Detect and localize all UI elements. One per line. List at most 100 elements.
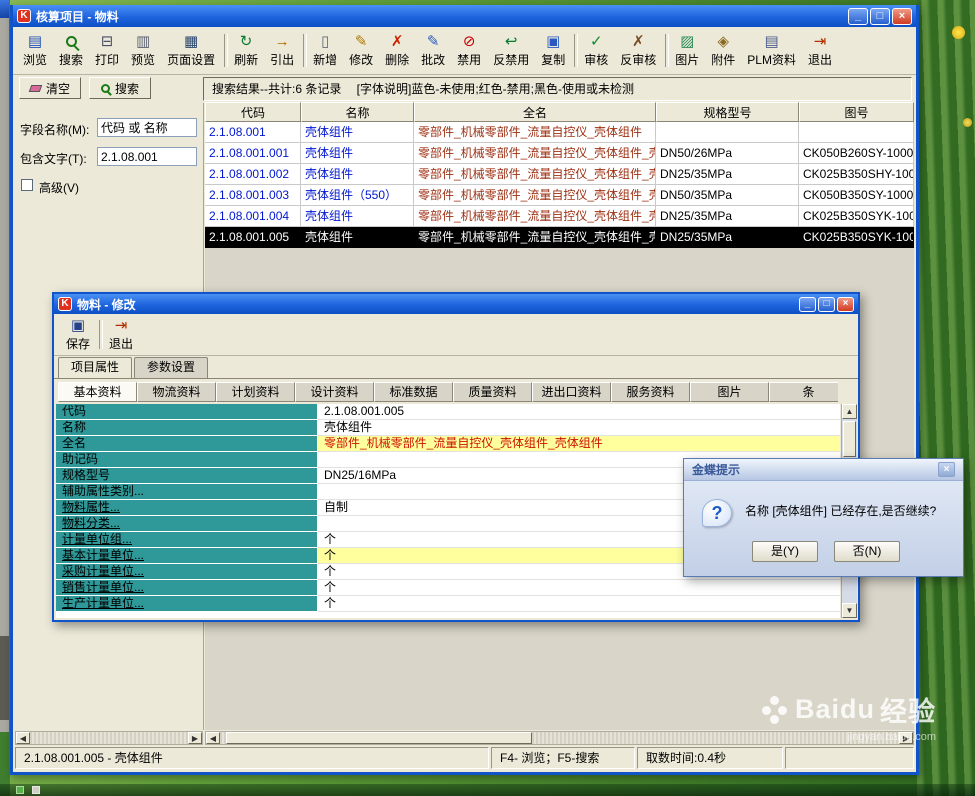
form-field-value[interactable]: 零部件_机械零部件_流量自控仪_壳体组件_壳体组件 [318,436,840,452]
toolbar-button-new[interactable]: ▯ 新增 [307,29,343,72]
field-name-select[interactable] [97,118,197,137]
scroll-right-icon[interactable]: ▶ [188,732,202,744]
form-field-label[interactable]: 销售计量单位... [56,580,318,596]
clear-button[interactable]: 清空 [19,77,81,99]
toolbar-button-picture[interactable]: ▨ 图片 [669,29,705,72]
close-button[interactable]: × [892,7,912,25]
prompt-titlebar[interactable]: 金蝶提示 × [684,459,963,481]
form-field-label[interactable]: 计量单位组... [56,532,318,548]
form-field-label[interactable]: 全名 [56,436,318,452]
toolbar-button-export[interactable]: → 引出 [264,29,300,72]
subtab-design[interactable]: 设计资料 [295,382,374,402]
toolbar-button-enable[interactable]: ↩ 反禁用 [487,29,535,72]
cell-drawing: CK050B260SY-1000 [799,143,914,164]
form-field-label[interactable]: 物料属性... [56,500,318,516]
column-header-spec[interactable]: 规格型号 [656,102,799,122]
subtab-basic-info[interactable]: 基本资料 [58,382,137,402]
taskbar-icon[interactable] [32,786,40,794]
subtab-standard-data[interactable]: 标准数据 [374,382,453,402]
toolbar-button-plm[interactable]: ▤ PLM资料 [741,29,802,72]
scroll-left-icon[interactable]: ◀ [206,732,220,744]
scrollbar-thumb[interactable] [843,421,856,457]
form-field-label[interactable]: 名称 [56,420,318,436]
scroll-down-icon[interactable]: ▼ [842,603,857,618]
subtab-planning[interactable]: 计划资料 [216,382,295,402]
scroll-left-icon[interactable]: ◀ [16,732,30,744]
toolbar-button-approve[interactable]: ✓ 审核 [578,29,614,72]
table-row[interactable]: 2.1.08.001.004 壳体组件 零部件_机械零部件_流量自控仪_壳体组件… [205,206,914,227]
tab-parameter-settings[interactable]: 参数设置 [134,357,209,378]
subtab-import-export[interactable]: 进出口资料 [532,382,611,402]
edit-titlebar[interactable]: K 物料 - 修改 _ □ × [54,294,858,314]
scroll-right-icon[interactable]: ▶ [899,732,913,744]
close-icon[interactable]: × [938,462,955,477]
table-row[interactable]: 2.1.08.001.003 壳体组件（550） 零部件_机械零部件_流量自控仪… [205,185,914,206]
wallpaper-flower-icon [952,26,965,39]
form-field-label[interactable]: 物料分类... [56,516,318,532]
subtab-service[interactable]: 服务资料 [611,382,690,402]
minimize-button[interactable]: _ [848,7,868,25]
scrollbar-track[interactable] [30,732,188,744]
subtab-picture[interactable]: 图片 [690,382,769,402]
toolbar-button-browse[interactable]: ▤ 浏览 [17,29,53,72]
minimize-button[interactable]: _ [799,296,816,312]
taskbar-icon[interactable] [16,786,24,794]
toolbar-button-unapprove[interactable]: ✗ 反审核 [614,29,662,72]
toolbar-icon: ↻ [239,32,253,50]
form-field-label[interactable]: 规格型号 [56,468,318,484]
column-header-fullname[interactable]: 全名 [414,102,656,122]
main-titlebar[interactable]: K 核算项目 - 物料 _ □ × [13,5,916,27]
form-field-value[interactable]: 壳体组件 [318,420,840,436]
form-field-label[interactable]: 采购计量单位... [56,564,318,580]
toolbar-button-page-setup[interactable]: ▦ 页面设置 [161,29,221,72]
maximize-button[interactable]: □ [870,7,890,25]
form-field-value[interactable]: 2.1.08.001.005 [318,404,840,420]
form-field-label[interactable]: 代码 [56,404,318,420]
scroll-up-icon[interactable]: ▲ [842,404,857,419]
form-field-label[interactable]: 辅助属性类别... [56,484,318,500]
yes-button[interactable]: 是(Y) [752,541,818,562]
table-row[interactable]: 2.1.08.001.002 壳体组件 零部件_机械零部件_流量自控仪_壳体组件… [205,164,914,185]
toolbar-button-refresh[interactable]: ↻ 刷新 [228,29,264,72]
form-field-label[interactable]: 生产计量单位... [56,596,318,612]
search-button[interactable]: 搜索 [89,77,151,99]
no-button[interactable]: 否(N) [834,541,900,562]
contains-text-input[interactable] [97,147,197,166]
edit-toolbar-button-save[interactable]: ▣ 保存 [60,315,96,354]
toolbar-button-delete[interactable]: ✗ 删除 [379,29,415,72]
toolbar-button-batch-edit[interactable]: ✎ 批改 [415,29,451,72]
filter-panel-hscrollbar[interactable]: ◀ ▶ [15,731,203,745]
subtab-label: 计划资料 [231,385,280,399]
maximize-button[interactable]: □ [818,296,835,312]
toolbar-button-modify[interactable]: ✎ 修改 [343,29,379,72]
toolbar-button-copy[interactable]: ▣ 复制 [535,29,571,72]
scrollbar-thumb[interactable] [226,732,532,744]
tab-item-properties[interactable]: 项目属性 [58,357,133,378]
toolbar-button-disable[interactable]: ⊘ 禁用 [451,29,487,72]
column-header-name[interactable]: 名称 [301,102,414,122]
form-field-value[interactable]: 个 [318,580,840,596]
column-header-code[interactable]: 代码 [205,102,301,122]
toolbar-button-print[interactable]: ⊟ 打印 [89,29,125,72]
toolbar-button-attachment[interactable]: ◈ 附件 [705,29,741,72]
table-row[interactable]: 2.1.08.001.005 壳体组件 零部件_机械零部件_流量自控仪_壳体组件… [205,227,914,248]
form-field-label[interactable]: 助记码 [56,452,318,468]
table-hscrollbar[interactable]: ◀ ▶ [205,731,914,745]
subtab-quality[interactable]: 质量资料 [453,382,532,402]
advanced-checkbox[interactable] [21,179,33,191]
edit-toolbar-button-exit[interactable]: ⇥ 退出 [103,315,139,354]
form-field-label[interactable]: 基本计量单位... [56,548,318,564]
advanced-checkbox-label: 高级(V) [39,181,79,195]
taskbar[interactable] [0,784,975,796]
form-field-value[interactable]: 个 [318,596,840,612]
subtab-logistics[interactable]: 物流资料 [137,382,216,402]
close-button[interactable]: × [837,296,854,312]
table-row[interactable]: 2.1.08.001 壳体组件 零部件_机械零部件_流量自控仪_壳体组件 [205,122,914,143]
column-header-drawing[interactable]: 图号 [799,102,914,122]
table-row[interactable]: 2.1.08.001.001 壳体组件 零部件_机械零部件_流量自控仪_壳体组件… [205,143,914,164]
scrollbar-track[interactable] [220,732,899,744]
toolbar-button-preview[interactable]: ▥ 预览 [125,29,161,72]
subtab-barcode[interactable]: 条 [769,382,838,402]
toolbar-button-exit[interactable]: ⇥ 退出 [802,29,838,72]
toolbar-button-search[interactable]: 搜索 [53,29,89,72]
